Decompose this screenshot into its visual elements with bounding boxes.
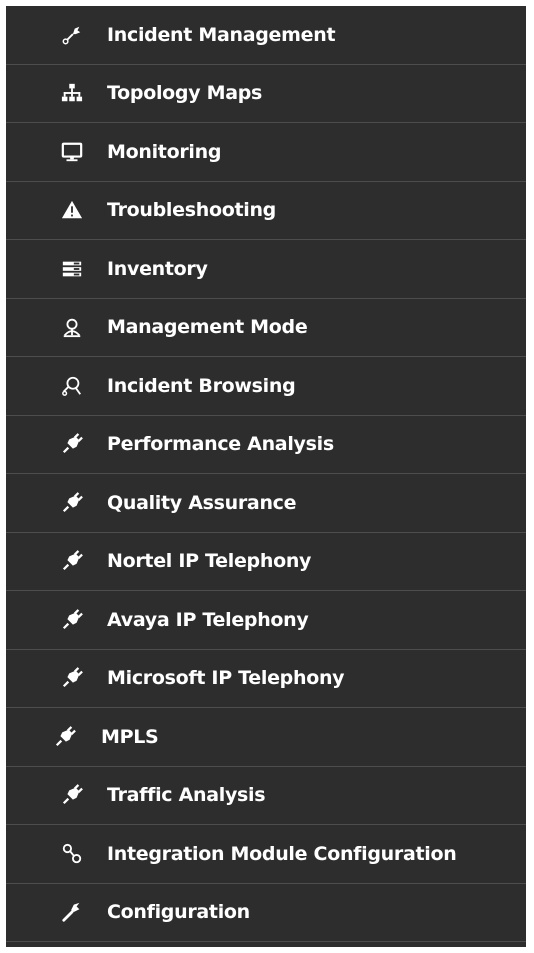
nav-item-label: Incident Management [107,23,336,46]
nav-item-microsoft-ip-telephony[interactable]: Microsoft IP Telephony [6,650,526,708]
link-icon [60,842,84,866]
nav-item-label: Performance Analysis [107,433,334,456]
nav-item-label: Monitoring [107,140,222,163]
nav-item-label: Avaya IP Telephony [107,608,309,631]
sitemap-icon [60,81,84,105]
nav-item-nortel-ip-telephony[interactable]: Nortel IP Telephony [6,533,526,591]
nav-item-monitoring[interactable]: Monitoring [6,123,526,182]
plug-wrench-icon [60,23,84,47]
nav-item-label: Troubleshooting [107,199,276,222]
nav-item-label: Configuration [107,901,250,924]
warning-icon [60,198,84,222]
list-icon [60,257,84,281]
nav-item-incident-browsing[interactable]: Incident Browsing [6,357,526,416]
nav-item-inventory[interactable]: Inventory [6,240,526,299]
nav-item-label: Management Mode [107,316,308,339]
plug-icon [60,783,84,807]
nav-item-label: Nortel IP Telephony [107,550,312,573]
navigation-panel: Incident Management Topology Maps Monito… [6,6,526,947]
nav-item-integration-module-configuration[interactable]: Integration Module Configuration [6,825,526,884]
wrench-icon [60,900,84,924]
nav-item-performance-analysis[interactable]: Performance Analysis [6,416,526,474]
nav-item-mpls[interactable]: MPLS [6,708,526,767]
nav-item-label: Topology Maps [107,82,263,105]
nav-item-label: Microsoft IP Telephony [107,667,345,690]
user-headset-icon [60,315,84,339]
nav-item-topology-maps[interactable]: Topology Maps [6,65,526,123]
nav-item-avaya-ip-telephony[interactable]: Avaya IP Telephony [6,591,526,650]
nav-item-label: MPLS [101,725,159,748]
plug-icon [60,608,84,632]
nav-item-incident-management[interactable]: Incident Management [6,6,526,65]
nav-item-troubleshooting[interactable]: Troubleshooting [6,182,526,240]
nav-item-management-mode[interactable]: Management Mode [6,299,526,357]
nav-item-label: Inventory [107,257,208,280]
nav-item-label: Incident Browsing [107,374,296,397]
monitor-icon [60,140,84,164]
nav-item-quality-assurance[interactable]: Quality Assurance [6,474,526,533]
nav-item-label: Quality Assurance [107,491,297,514]
nav-item-configuration[interactable]: Configuration [6,884,526,942]
plug-icon [60,491,84,515]
plug-icon [60,432,84,456]
nav-item-label: Traffic Analysis [107,784,266,807]
browse-icon [60,374,84,398]
plug-icon [60,549,84,573]
nav-item-label: Integration Module Configuration [107,842,457,865]
nav-item-traffic-analysis[interactable]: Traffic Analysis [6,767,526,825]
plug-icon [53,725,77,749]
plug-icon [60,666,84,690]
